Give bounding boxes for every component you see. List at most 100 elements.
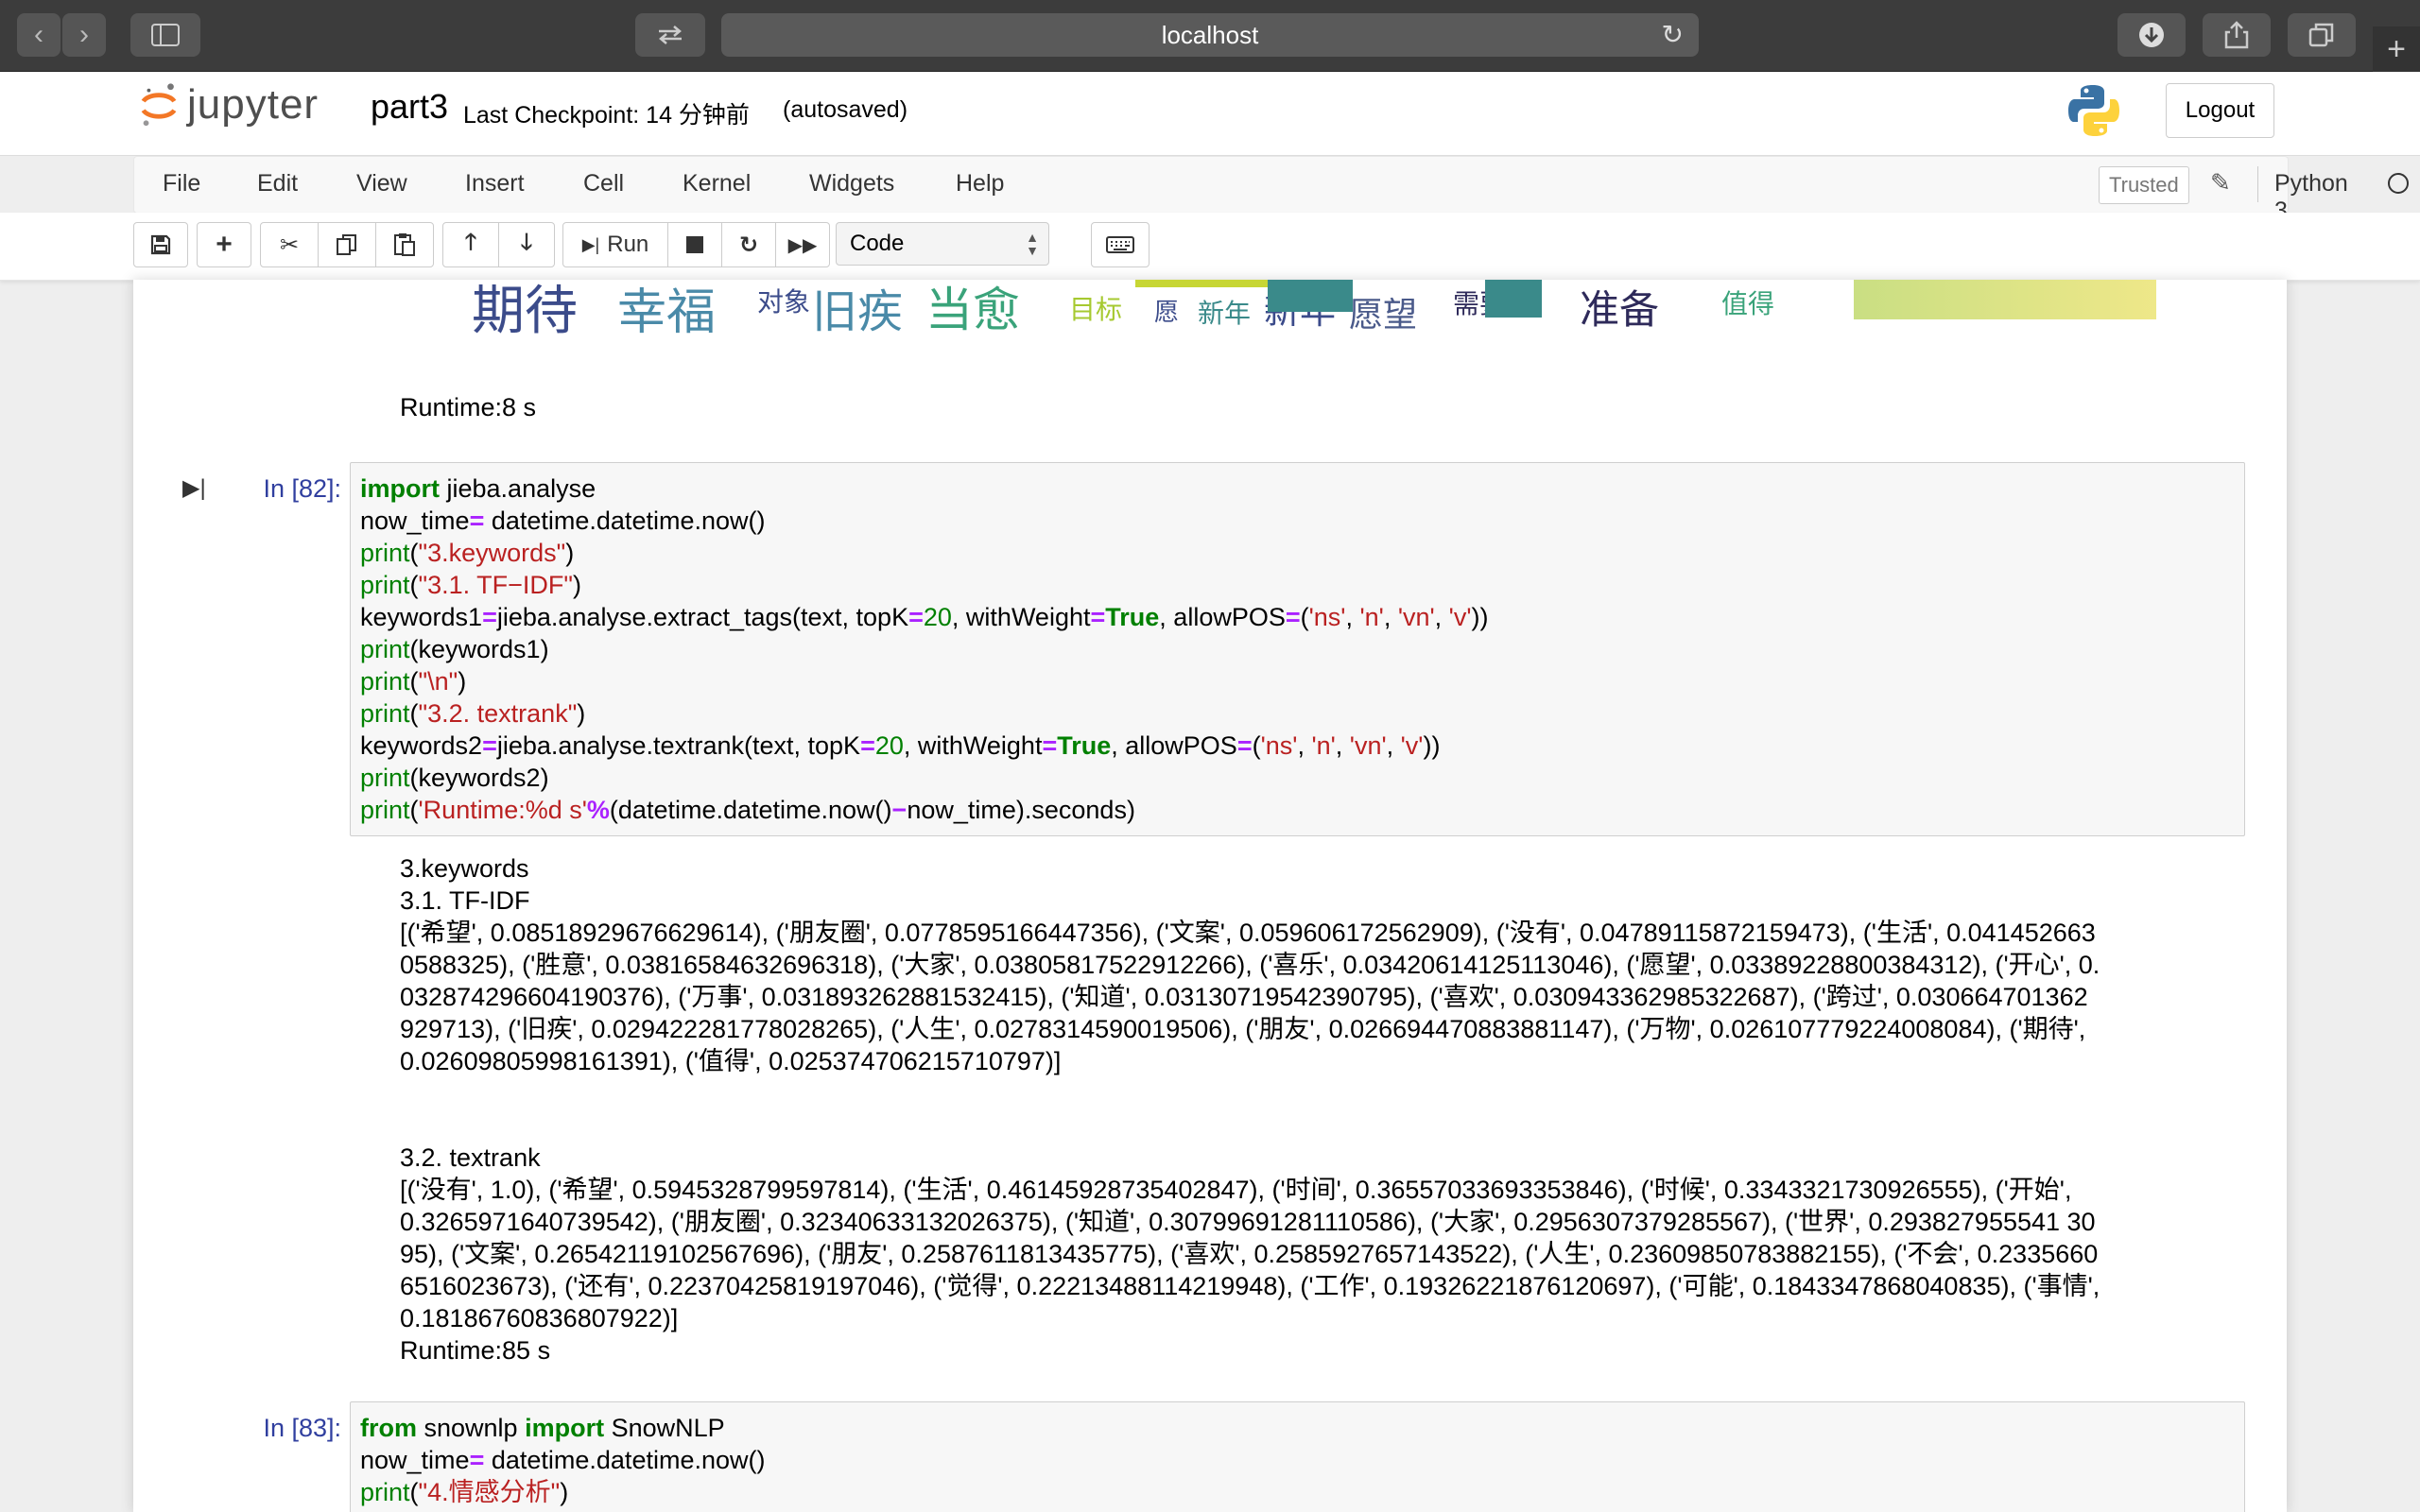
forward-button[interactable]: › bbox=[62, 13, 106, 57]
plus-icon: + bbox=[216, 229, 233, 260]
save-icon bbox=[150, 234, 171, 255]
code-line: keywords2=jieba.analyse.textrank(text, t… bbox=[360, 731, 1441, 760]
output-line: [('没有', 1.0), ('希望', 0.5945328799597814)… bbox=[400, 1176, 2072, 1204]
share-button[interactable] bbox=[2203, 13, 2271, 57]
new-tab-button[interactable]: + bbox=[2373, 26, 2420, 72]
save-button[interactable] bbox=[133, 222, 188, 267]
code-line: now_time= datetime.datetime.now() bbox=[360, 507, 766, 535]
autosave-status: (autosaved) bbox=[783, 96, 908, 123]
kernel-idle-icon bbox=[2388, 173, 2409, 194]
jupyter-logo-text: jupyter bbox=[187, 81, 320, 128]
reload-icon[interactable]: ↻ bbox=[1662, 19, 1684, 50]
address-bar[interactable]: localhost ↻ bbox=[721, 13, 1699, 57]
tab-switch-button[interactable] bbox=[635, 13, 705, 57]
insert-cell-button[interactable]: + bbox=[197, 222, 251, 267]
clipboard-group: ✂ bbox=[260, 222, 434, 267]
copy-icon bbox=[337, 234, 356, 255]
wordcloud-word: 目标 bbox=[1069, 294, 1123, 325]
move-group: 🡑 🡓 bbox=[442, 222, 555, 267]
wordcloud-fragment bbox=[1135, 280, 1268, 287]
restart-button[interactable]: ↻ bbox=[721, 222, 776, 267]
back-button[interactable]: ‹ bbox=[17, 13, 60, 57]
wordcloud-word: 愿 bbox=[1154, 299, 1180, 327]
paste-button[interactable] bbox=[375, 222, 434, 267]
keyboard-icon bbox=[1106, 236, 1134, 253]
menu-kernel[interactable]: Kernel bbox=[683, 170, 751, 198]
notebook-toolbar: + ✂ 🡑 🡓 ▶| Run ↻ ▶▶ Code ▲ ▼ bbox=[0, 213, 2420, 281]
menu-insert[interactable]: Insert bbox=[465, 170, 525, 198]
wordcloud-word: 旧疾 bbox=[812, 285, 904, 336]
notebook-name[interactable]: part3 bbox=[371, 87, 448, 127]
jupyter-logo-icon bbox=[141, 83, 177, 127]
tabs-icon bbox=[2308, 23, 2334, 47]
wordcloud-fragment bbox=[1854, 280, 2156, 319]
save-group bbox=[133, 222, 188, 267]
run-button[interactable]: ▶| Run bbox=[562, 222, 668, 267]
cell-83-prompt: In [83]: bbox=[263, 1414, 341, 1442]
plus-icon: + bbox=[2387, 30, 2406, 67]
output-line: 3.keywords bbox=[400, 854, 529, 883]
wordcloud-word: 新年 bbox=[1198, 298, 1252, 329]
cut-button[interactable]: ✂ bbox=[260, 222, 319, 267]
tabs-overview-button[interactable] bbox=[2288, 13, 2356, 57]
swap-arrows-icon bbox=[659, 26, 682, 44]
code-line: print("4.情感分析") bbox=[360, 1478, 569, 1506]
cell-83-input[interactable]: from snownlp import SnowNLP now_time= da… bbox=[350, 1401, 2245, 1512]
wordcloud-word: 期待 bbox=[472, 281, 578, 336]
output-line: 3.2. textrank bbox=[400, 1143, 541, 1172]
jupyter-header: jupyter part3 Last Checkpoint: 14 分钟前 (a… bbox=[0, 72, 2420, 156]
arrow-down-icon: 🡓 bbox=[520, 229, 533, 255]
wordcloud-fragment bbox=[1485, 280, 1542, 318]
insert-group: + bbox=[197, 222, 251, 267]
logout-button[interactable]: Logout bbox=[2166, 83, 2274, 138]
code-line: now_time= datetime.datetime.now() bbox=[360, 1446, 766, 1474]
code-line: print("\n") bbox=[360, 667, 467, 696]
output-line: 0.18186760836807922)] bbox=[400, 1304, 679, 1332]
cell-type-select[interactable]: Code ▲ ▼ bbox=[836, 222, 1049, 266]
checkpoint-status: Last Checkpoint: 14 分钟前 bbox=[463, 102, 750, 129]
output-line: 0.3265971640739542), ('朋友圈', 0.323406331… bbox=[400, 1208, 2096, 1236]
url-text: localhost bbox=[1161, 20, 1259, 49]
trusted-indicator[interactable]: Trusted bbox=[2099, 166, 2189, 204]
cell-82-prompt: In [82]: bbox=[263, 474, 341, 503]
jupyter-logo[interactable]: jupyter bbox=[140, 81, 319, 129]
output-line: 0.02609805998161391), ('值得', 0.025374706… bbox=[400, 1047, 1062, 1075]
sidebar-icon bbox=[151, 24, 180, 46]
menu-view[interactable]: View bbox=[356, 170, 407, 198]
wordcloud-word: 对象 bbox=[757, 286, 811, 318]
cell-82-input[interactable]: import jieba.analyse now_time= datetime.… bbox=[350, 462, 2245, 836]
arrow-up-icon: 🡑 bbox=[464, 229, 477, 255]
keyboard-group bbox=[1091, 222, 1150, 267]
paste-icon bbox=[394, 233, 415, 256]
sidebar-button[interactable] bbox=[130, 13, 200, 57]
move-up-button[interactable]: 🡑 bbox=[442, 222, 499, 267]
notebook-container: 期待 幸福 对象 旧疾 当愈 目标 愿 新年 新年 愿望 需要 准备 值得 Ru… bbox=[133, 280, 2287, 1512]
menu-help[interactable]: Help bbox=[956, 170, 1004, 198]
menu-file[interactable]: File bbox=[163, 170, 200, 198]
move-down-button[interactable]: 🡓 bbox=[498, 222, 555, 267]
menu-cell[interactable]: Cell bbox=[583, 170, 624, 198]
code-line: from snownlp import SnowNLP bbox=[360, 1414, 725, 1442]
code-line: print("3.2. textrank") bbox=[360, 699, 586, 728]
select-arrows-icon: ▲ ▼ bbox=[1026, 230, 1039, 258]
command-palette-button[interactable] bbox=[1091, 222, 1150, 267]
cell-type-value: Code bbox=[850, 231, 905, 256]
interrupt-button[interactable] bbox=[667, 222, 722, 267]
code-line: print("3.keywords") bbox=[360, 539, 575, 567]
code-line: import jieba.analyse bbox=[360, 474, 596, 503]
menu-edit[interactable]: Edit bbox=[257, 170, 298, 198]
output-line: 3.1. TF-IDF bbox=[400, 886, 530, 915]
restart-icon: ↻ bbox=[738, 232, 759, 258]
run-label: Run bbox=[607, 232, 649, 257]
wordcloud-word: 准备 bbox=[1580, 286, 1660, 333]
menubar-divider bbox=[2257, 166, 2258, 202]
menu-widgets[interactable]: Widgets bbox=[809, 170, 894, 198]
restart-run-all-button[interactable]: ▶▶ bbox=[775, 222, 830, 267]
chevron-left-icon: ‹ bbox=[34, 19, 43, 50]
chevron-right-icon: › bbox=[79, 19, 89, 50]
output-line: 032874296604190376), ('万事', 0.0318932628… bbox=[400, 983, 2088, 1011]
pencil-icon[interactable]: ✎ bbox=[2210, 168, 2231, 198]
python-logo-icon bbox=[2068, 85, 2119, 136]
copy-button[interactable] bbox=[318, 222, 376, 267]
downloads-button[interactable] bbox=[2118, 13, 2186, 57]
